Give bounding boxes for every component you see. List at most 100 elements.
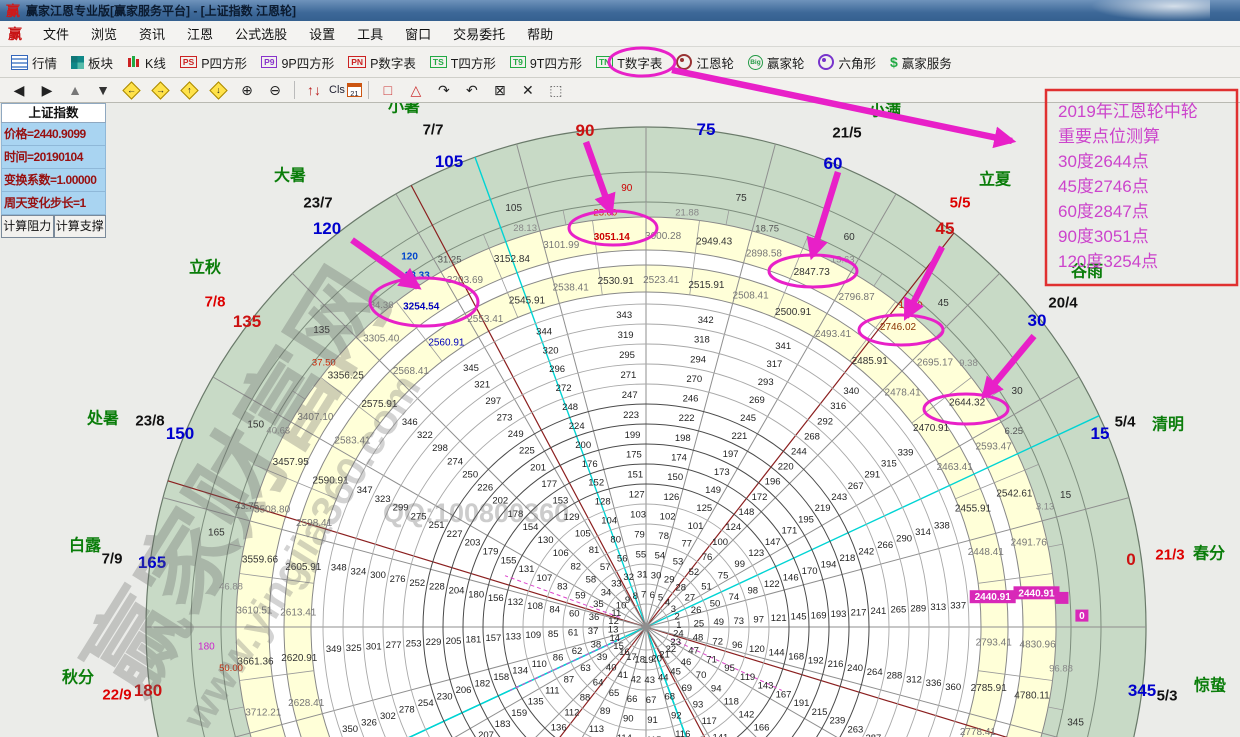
svg-text:30: 30 xyxy=(1012,386,1024,397)
menu-item-6[interactable]: 工具 xyxy=(346,24,394,43)
toolbar-item-winner-service[interactable]: $赢家服务 xyxy=(883,53,959,72)
svg-text:287: 287 xyxy=(865,733,881,737)
toolbar-item-t-square[interactable]: TST四方形 xyxy=(423,53,503,72)
svg-text:141: 141 xyxy=(712,733,728,737)
draw-tool-diamond-down[interactable]: ↓ xyxy=(209,81,227,99)
t-square-icon: TS xyxy=(430,56,447,68)
svg-text:89: 89 xyxy=(600,706,611,717)
toolbar-item-9p-square[interactable]: P99P四方形 xyxy=(254,53,341,72)
panel-button-0[interactable]: 计算阻力 xyxy=(1,215,54,238)
svg-text:224: 224 xyxy=(569,421,585,432)
menu-item-8[interactable]: 交易委托 xyxy=(442,24,516,43)
svg-text:4780.11: 4780.11 xyxy=(1014,691,1050,702)
svg-text:120: 120 xyxy=(401,251,418,262)
toolbar-item-kline[interactable]: K线 xyxy=(120,53,173,72)
svg-text:18.75: 18.75 xyxy=(755,223,779,234)
gann-wheel: 1234567891011121314151617181920212223242… xyxy=(62,98,1226,737)
panel-row-1: 时间=20190104 xyxy=(1,146,106,169)
svg-text:152: 152 xyxy=(588,478,604,489)
svg-text:253: 253 xyxy=(406,639,422,650)
draw-tool-arc-cw[interactable]: ↷ xyxy=(431,82,457,99)
toolbar-item-winner-wheel[interactable]: Big赢家轮 xyxy=(741,53,812,72)
svg-text:183: 183 xyxy=(495,719,511,730)
menu-item-5[interactable]: 设置 xyxy=(298,24,346,43)
draw-tool-select-region[interactable]: ⬚ xyxy=(543,82,569,99)
svg-text:293: 293 xyxy=(758,377,774,388)
winner-service-label: 赢家服务 xyxy=(902,53,952,72)
svg-text:118: 118 xyxy=(724,697,739,708)
menu-item-2[interactable]: 资讯 xyxy=(128,24,176,43)
svg-text:2746.02: 2746.02 xyxy=(880,322,917,333)
draw-tool-diamond-right[interactable]: → xyxy=(151,81,169,99)
panel-rows: 价格=2440.9099时间=20190104变换系数=1.00000周天变化步… xyxy=(1,123,106,215)
toolbar-separator xyxy=(294,81,295,99)
toolbar-item-p-square[interactable]: PSP四方形 xyxy=(173,53,254,72)
svg-text:182: 182 xyxy=(474,679,490,690)
svg-text:43: 43 xyxy=(644,675,655,686)
svg-text:66: 66 xyxy=(627,694,638,705)
svg-text:127: 127 xyxy=(629,490,645,501)
toolbar-item-sectors[interactable]: 板块 xyxy=(64,53,120,72)
menu-item-0[interactable]: 文件 xyxy=(32,24,80,43)
svg-text:157: 157 xyxy=(485,633,501,644)
draw-tool-calendar[interactable]: 21 xyxy=(347,83,362,97)
draw-tool-up[interactable]: ▲ xyxy=(62,82,88,98)
menu-items: 文件浏览资讯江恩公式选股设置工具窗口交易委托帮助 xyxy=(32,24,564,43)
svg-text:217: 217 xyxy=(851,608,867,619)
svg-text:222: 222 xyxy=(679,413,695,424)
draw-tool-prev[interactable]: ◀ xyxy=(6,82,32,99)
9p-square-icon: P9 xyxy=(261,56,277,68)
toolbar-item-t-number-table[interactable]: TNT数字表 xyxy=(589,53,669,72)
svg-text:134: 134 xyxy=(512,666,528,677)
draw-tool-clear[interactable]: Cls xyxy=(329,84,345,96)
svg-text:249: 249 xyxy=(508,429,524,440)
svg-text:174: 174 xyxy=(671,453,687,464)
svg-text:147: 147 xyxy=(765,537,781,548)
svg-text:23/8: 23/8 xyxy=(135,412,164,429)
draw-tool-diamond-left[interactable]: ← xyxy=(122,81,140,99)
draw-tool-triangle-tool[interactable]: △ xyxy=(403,82,429,99)
toolbar-item-gann-wheel[interactable]: 江恩轮 xyxy=(669,53,741,72)
draw-tool-rect-tool[interactable]: □ xyxy=(375,82,401,98)
svg-text:50: 50 xyxy=(710,599,721,610)
svg-text:3: 3 xyxy=(671,604,676,615)
svg-text:312: 312 xyxy=(906,674,922,685)
svg-text:326: 326 xyxy=(361,718,377,729)
svg-text:206: 206 xyxy=(456,685,472,696)
toolbar-item-quotes[interactable]: 行情 xyxy=(4,53,64,72)
svg-text:170: 170 xyxy=(802,566,818,577)
draw-tool-box-x[interactable]: ⊠ xyxy=(487,82,513,99)
draw-tool-zoom-out[interactable]: ⊖ xyxy=(262,82,288,99)
svg-text:51: 51 xyxy=(701,582,712,593)
menu-item-4[interactable]: 公式选股 xyxy=(224,24,298,43)
draw-tool-collapse[interactable]: ✕ xyxy=(515,82,541,99)
svg-text:74: 74 xyxy=(729,592,740,603)
draw-tool-next[interactable]: ▶ xyxy=(34,82,60,99)
titlebar-glow xyxy=(1090,0,1210,21)
menu-item-1[interactable]: 浏览 xyxy=(80,24,128,43)
toolbar-item-9t-square[interactable]: T99T四方形 xyxy=(503,53,589,72)
application-window: 1234567891011121314151617181920212223242… xyxy=(0,0,1240,737)
draw-tool-height-tool[interactable]: ↑↓ xyxy=(301,82,327,98)
quotes-icon xyxy=(11,55,28,70)
draw-tool-zoom-in[interactable]: ⊕ xyxy=(234,82,260,99)
svg-text:57: 57 xyxy=(600,562,611,573)
menu-item-7[interactable]: 窗口 xyxy=(394,24,442,43)
svg-text:105: 105 xyxy=(435,152,463,171)
svg-text:207: 207 xyxy=(478,730,494,737)
svg-text:119: 119 xyxy=(740,672,755,683)
t-number-table-label: T数字表 xyxy=(617,53,662,72)
draw-tool-down[interactable]: ▼ xyxy=(90,82,116,98)
panel-button-1[interactable]: 计算支撑 xyxy=(54,215,107,238)
draw-tool-diamond-up[interactable]: ↑ xyxy=(180,81,198,99)
menu-item-9[interactable]: 帮助 xyxy=(516,24,564,43)
toolbar-item-p-number-table[interactable]: PNP数字表 xyxy=(341,53,423,72)
toolbar-item-hexagon[interactable]: 六角形 xyxy=(811,53,883,72)
svg-text:167: 167 xyxy=(776,689,792,700)
svg-text:324: 324 xyxy=(350,566,366,577)
svg-text:2949.43: 2949.43 xyxy=(696,237,733,248)
svg-text:28: 28 xyxy=(676,582,687,593)
svg-text:267: 267 xyxy=(848,481,864,492)
menu-item-3[interactable]: 江恩 xyxy=(176,24,224,43)
draw-tool-arc-ccw[interactable]: ↶ xyxy=(459,82,485,99)
